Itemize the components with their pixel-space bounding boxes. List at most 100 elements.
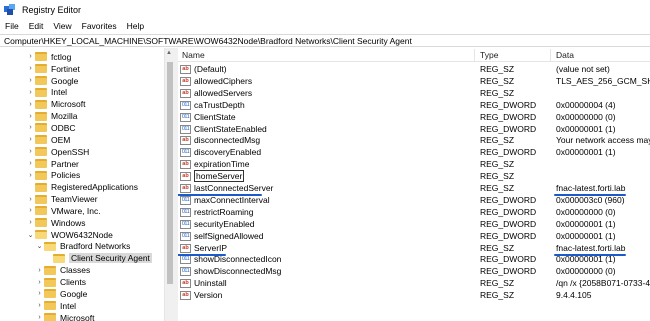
chevron-right-icon[interactable]: ›	[26, 136, 35, 143]
tree-item-label: Mozilla	[51, 111, 78, 122]
value-name: allowedCiphers	[194, 75, 253, 86]
value-row[interactable]: ab Version REG_SZ 9.4.4.105	[178, 290, 650, 302]
folder-icon	[35, 206, 47, 216]
value-type: REG_DWORD	[480, 206, 537, 217]
string-value-icon: ab	[180, 65, 191, 74]
address-path: Computer\HKEY_LOCAL_MACHINE\SOFTWARE\WOW…	[4, 35, 412, 46]
chevron-right-icon[interactable]: ›	[26, 172, 35, 179]
value-row[interactable]: ab expirationTime REG_SZ	[178, 159, 650, 171]
chevron-down-icon[interactable]: ⌄	[35, 242, 44, 250]
column-header-name[interactable]: Name	[182, 50, 205, 60]
value-data: 0x00000000 (0)	[556, 111, 616, 122]
value-type: REG_SZ	[480, 171, 515, 182]
menu-view[interactable]: View	[48, 21, 76, 31]
column-header-data[interactable]: Data	[556, 50, 574, 60]
column-header-type[interactable]: Type	[480, 50, 498, 60]
string-value-icon: ab	[180, 76, 191, 86]
folder-icon	[35, 147, 47, 157]
chevron-right-icon[interactable]: ›	[26, 207, 35, 214]
value-type: REG_DWORD	[480, 147, 537, 158]
menu-help[interactable]: Help	[122, 21, 149, 31]
value-type: REG_DWORD	[480, 230, 537, 241]
scrollbar-thumb[interactable]	[167, 62, 173, 284]
tree-item-label: Microsoft	[60, 312, 95, 321]
tree-item-label: Client Security Agent	[69, 253, 152, 264]
tree-item-label: Microsoft	[51, 99, 86, 110]
value-row[interactable]: 011 caTrustDepth REG_DWORD 0x00000004 (4)	[178, 100, 650, 112]
value-data: 9.4.4.105	[556, 290, 592, 301]
string-value-icon: ab	[180, 88, 191, 98]
chevron-right-icon[interactable]: ›	[35, 267, 44, 274]
value-name: Uninstall	[194, 278, 227, 289]
chevron-right-icon[interactable]: ›	[26, 65, 35, 72]
chevron-right-icon[interactable]: ›	[35, 290, 44, 297]
value-data: 0x000003c0 (960)	[556, 194, 625, 205]
chevron-right-icon[interactable]: ›	[26, 148, 35, 155]
value-row[interactable]: 011 showDisconnectedMsg REG_DWORD 0x0000000…	[178, 266, 650, 278]
value-row[interactable]: ab disconnectedMsg REG_SZ Your network acce…	[178, 135, 650, 147]
annotation-underline	[554, 194, 626, 196]
chevron-right-icon[interactable]: ›	[35, 279, 44, 286]
value-type: REG_SZ	[480, 183, 515, 193]
value-name: discoveryEnabled	[194, 147, 262, 158]
value-row[interactable]: ab (Default) REG_SZ (value not set)	[178, 64, 650, 76]
value-row[interactable]: 011 securityEnabled REG_DWORD 0x00000001 (1…	[178, 219, 650, 231]
scroll-up-icon[interactable]: ▲	[166, 50, 172, 56]
folder-icon	[35, 194, 47, 204]
value-row[interactable]: 011 ClientStateEnabled REG_DWORD 0x00000001…	[178, 124, 650, 136]
chevron-right-icon[interactable]: ›	[35, 302, 44, 309]
chevron-right-icon[interactable]: ›	[26, 124, 35, 131]
chevron-right-icon[interactable]: ›	[26, 219, 35, 226]
value-type: REG_SZ	[480, 135, 515, 146]
menu-file[interactable]: File	[0, 21, 24, 31]
value-row[interactable]: 011 maxConnectInterval REG_DWORD 0x000003c0…	[178, 195, 650, 207]
chevron-right-icon[interactable]: ›	[35, 314, 44, 321]
value-data: 0x00000004 (4)	[556, 99, 616, 110]
value-row[interactable]: 011 ClientState REG_DWORD 0x00000000 (0)	[178, 112, 650, 124]
value-row[interactable]: 011 discoveryEnabled REG_DWORD 0x00000001 (…	[178, 147, 650, 159]
value-type: REG_SZ	[480, 159, 515, 170]
value-name: caTrustDepth	[194, 99, 245, 110]
value-name: selfSignedAllowed	[194, 230, 264, 241]
chevron-right-icon[interactable]: ›	[26, 160, 35, 167]
chevron-right-icon[interactable]: ›	[26, 196, 35, 203]
folder-icon	[35, 159, 47, 169]
string-value-icon: ab	[180, 291, 191, 301]
dword-value-icon: 011	[180, 100, 191, 110]
address-bar[interactable]: Computer\HKEY_LOCAL_MACHINE\SOFTWARE\WOW…	[0, 34, 650, 47]
value-data: 0x00000001 (1)	[556, 147, 616, 158]
tree-item-label: Intel	[60, 300, 77, 311]
value-row[interactable]: 011 selfSignedAllowed REG_DWORD 0x00000001 …	[178, 231, 650, 243]
chevron-right-icon[interactable]: ›	[26, 89, 35, 96]
folder-icon	[35, 170, 47, 180]
value-row[interactable]: 011 showDisconnectedIcon REG_DWORD 0x000000…	[178, 254, 650, 266]
tree-item-label: Bradford Networks	[60, 241, 131, 252]
dword-value-icon: 011	[180, 231, 191, 241]
dword-value-icon: 011	[180, 195, 191, 205]
tree-scrollbar[interactable]: ▲	[164, 48, 174, 321]
value-row[interactable]: ab ServerIP REG_SZ fnac-latest.forti.lab	[178, 243, 650, 255]
string-value-icon: ab	[180, 184, 191, 193]
value-type: REG_SZ	[480, 290, 515, 301]
folder-icon	[44, 313, 56, 321]
value-name: ClientStateEnabled	[194, 123, 267, 134]
chevron-right-icon[interactable]: ›	[26, 113, 35, 120]
value-row[interactable]: aballowedCiphers REG_SZ TLS_AES_256_GCM_SH…	[178, 76, 650, 88]
value-row[interactable]: 011 restrictRoaming REG_DWORD 0x00000000 (0…	[178, 207, 650, 219]
value-data: fnac-latest.forti.lab	[556, 183, 626, 193]
value-name: (Default)	[194, 64, 227, 74]
value-row[interactable]: ab allowedServers REG_SZ	[178, 88, 650, 100]
menu-favorites[interactable]: Favorites	[77, 21, 122, 31]
tree-item-label: VMware, Inc.	[51, 205, 101, 216]
value-data: TLS_AES_256_GCM_SHA384,	[556, 75, 650, 86]
chevron-right-icon[interactable]: ›	[26, 101, 35, 108]
chevron-right-icon[interactable]: ›	[26, 77, 35, 84]
chevron-down-icon[interactable]: ⌄	[26, 231, 35, 239]
value-data: (value not set)	[556, 64, 610, 74]
value-name: Version	[194, 290, 223, 301]
chevron-right-icon[interactable]: ›	[26, 53, 35, 60]
value-row[interactable]: ab homeServer REG_SZ	[178, 170, 650, 183]
menu-edit[interactable]: Edit	[24, 21, 49, 31]
tree-item[interactable]: › Microsoft	[35, 311, 94, 321]
value-row[interactable]: ab Uninstall REG_SZ/qn /x {2058B071-0733-4…	[178, 278, 650, 290]
